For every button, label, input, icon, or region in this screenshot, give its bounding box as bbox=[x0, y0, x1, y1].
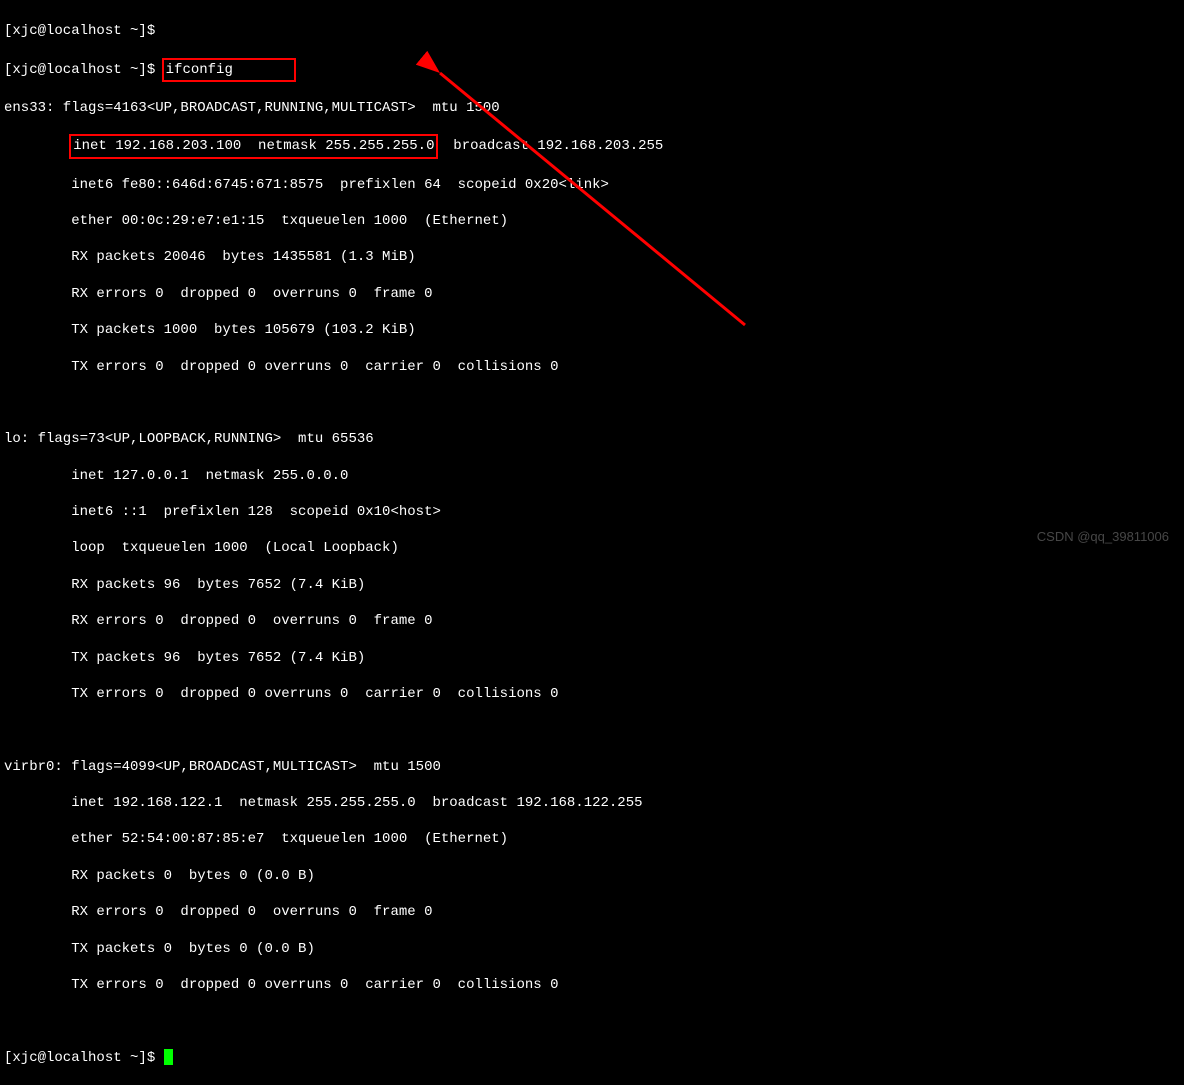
lo-tx-packets: TX packets 96 bytes 7652 (7.4 KiB) bbox=[4, 649, 1180, 667]
ens33-tx-errors: TX errors 0 dropped 0 overruns 0 carrier… bbox=[4, 358, 1180, 376]
ens33-ether: ether 00:0c:29:e7:e1:15 txqueuelen 1000 … bbox=[4, 212, 1180, 230]
virbr0-rx-packets: RX packets 0 bytes 0 (0.0 B) bbox=[4, 867, 1180, 885]
lo-loop: loop txqueuelen 1000 (Local Loopback) bbox=[4, 539, 1180, 557]
ens33-tx-packets: TX packets 1000 bytes 105679 (103.2 KiB) bbox=[4, 321, 1180, 339]
lo-header: lo: flags=73<UP,LOOPBACK,RUNNING> mtu 65… bbox=[4, 430, 1180, 448]
cursor-icon bbox=[164, 1049, 173, 1065]
ens33-header: ens33: flags=4163<UP,BROADCAST,RUNNING,M… bbox=[4, 99, 1180, 117]
virbr0-rx-errors: RX errors 0 dropped 0 overruns 0 frame 0 bbox=[4, 903, 1180, 921]
virbr0-inet: inet 192.168.122.1 netmask 255.255.255.0… bbox=[4, 794, 1180, 812]
lo-inet: inet 127.0.0.1 netmask 255.0.0.0 bbox=[4, 467, 1180, 485]
prompt-text: [xjc@localhost ~]$ bbox=[4, 23, 155, 39]
lo-rx-packets: RX packets 96 bytes 7652 (7.4 KiB) bbox=[4, 576, 1180, 594]
virbr0-tx-packets: TX packets 0 bytes 0 (0.0 B) bbox=[4, 940, 1180, 958]
prompt-text: [xjc@localhost ~]$ bbox=[4, 1050, 164, 1066]
ens33-rx-packets: RX packets 20046 bytes 1435581 (1.3 MiB) bbox=[4, 248, 1180, 266]
virbr0-tx-errors: TX errors 0 dropped 0 overruns 0 carrier… bbox=[4, 976, 1180, 994]
blank-line bbox=[4, 721, 1180, 739]
lo-tx-errors: TX errors 0 dropped 0 overruns 0 carrier… bbox=[4, 685, 1180, 703]
ens33-inet-boxed: inet 192.168.203.100 netmask 255.255.255… bbox=[73, 138, 434, 154]
lo-rx-errors: RX errors 0 dropped 0 overruns 0 frame 0 bbox=[4, 612, 1180, 630]
ens33-rx-errors: RX errors 0 dropped 0 overruns 0 frame 0 bbox=[4, 285, 1180, 303]
lo-inet6: inet6 ::1 prefixlen 128 scopeid 0x10<hos… bbox=[4, 503, 1180, 521]
command-line: [xjc@localhost ~]$ ifconfig bbox=[4, 59, 1180, 81]
prompt-line-1: [xjc@localhost ~]$ bbox=[4, 22, 1180, 40]
ens33-inet-line: inet 192.168.203.100 netmask 255.255.255… bbox=[4, 135, 1180, 157]
terminal-output[interactable]: [xjc@localhost ~]$ [xjc@localhost ~]$ if… bbox=[4, 4, 1180, 1085]
command-text: ifconfig bbox=[166, 62, 233, 78]
command-highlight-box: ifconfig bbox=[162, 58, 296, 82]
ens33-inet6: inet6 fe80::646d:6745:671:8575 prefixlen… bbox=[4, 176, 1180, 194]
prompt-line-2[interactable]: [xjc@localhost ~]$ bbox=[4, 1049, 1180, 1067]
watermark-text: CSDN @qq_39811006 bbox=[1037, 529, 1169, 546]
virbr0-header: virbr0: flags=4099<UP,BROADCAST,MULTICAS… bbox=[4, 758, 1180, 776]
blank-line bbox=[4, 394, 1180, 412]
virbr0-ether: ether 52:54:00:87:85:e7 txqueuelen 1000 … bbox=[4, 830, 1180, 848]
ens33-inet-rest: broadcast 192.168.203.255 bbox=[436, 138, 663, 154]
inet-highlight-box: inet 192.168.203.100 netmask 255.255.255… bbox=[69, 134, 438, 158]
blank-line bbox=[4, 1012, 1180, 1030]
prompt-text: [xjc@localhost ~]$ bbox=[4, 62, 155, 78]
